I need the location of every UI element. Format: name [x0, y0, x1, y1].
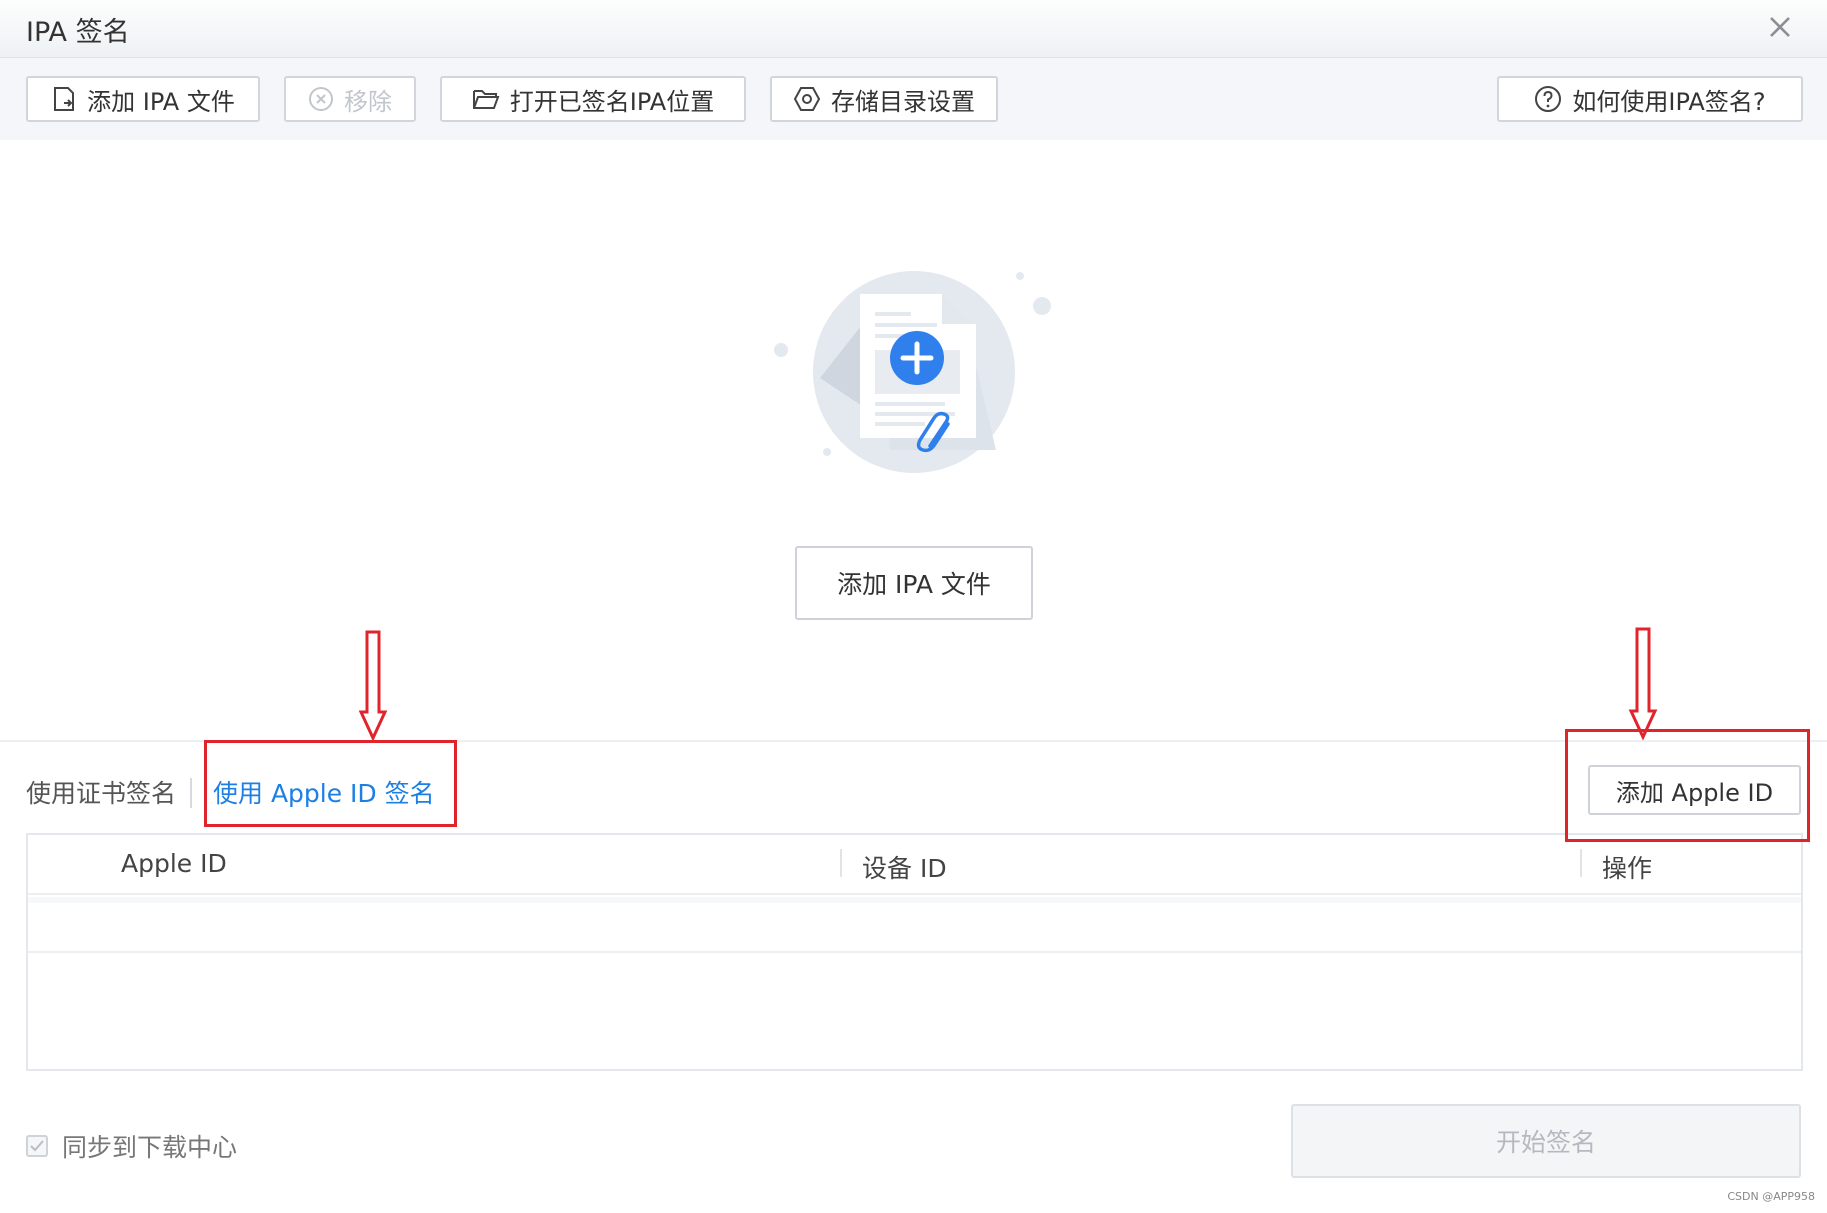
watermark: CSDN @APP958: [1727, 1190, 1815, 1203]
toolbar: 添加 IPA 文件 移除 打开已签名IPA位置 存储目录设置 如何使用IPA签名…: [0, 58, 1827, 140]
start-sign-button[interactable]: 开始签名: [1291, 1104, 1801, 1178]
annotation-arrow-down-icon: [1628, 627, 1658, 741]
close-icon[interactable]: [1763, 10, 1797, 44]
folder-open-icon: [472, 90, 500, 109]
add-ipa-toolbar-label: 添加 IPA 文件: [87, 87, 235, 116]
sync-checkbox[interactable]: [26, 1135, 48, 1157]
settings-hexagon-icon: [793, 87, 821, 111]
sync-label: 同步到下载中心: [62, 1133, 238, 1162]
table-header: Apple ID 设备 ID 操作: [28, 835, 1801, 895]
highlight-apple-id-tab: [204, 740, 457, 827]
add-ipa-toolbar-button[interactable]: 添加 IPA 文件: [26, 76, 260, 122]
help-button[interactable]: 如何使用IPA签名?: [1497, 76, 1803, 122]
column-separator: [840, 849, 842, 877]
remove-circle-icon: [309, 87, 333, 111]
storage-settings-label: 存储目录设置: [831, 87, 975, 116]
remove-label: 移除: [344, 87, 392, 116]
tab-cert-sign[interactable]: 使用证书签名: [26, 774, 176, 810]
column-header-device-id: 设备 ID: [862, 854, 947, 883]
question-circle-icon: [1535, 86, 1562, 112]
title-bar: IPA 签名: [0, 0, 1827, 58]
add-file-illustration[interactable]: [760, 260, 1080, 490]
column-separator: [1580, 849, 1582, 877]
apple-id-table: Apple ID 设备 ID 操作: [26, 833, 1803, 1071]
column-header-actions: 操作: [1602, 854, 1653, 883]
check-icon: [30, 1140, 44, 1152]
highlight-add-apple-id: [1565, 729, 1810, 842]
column-header-apple-id: Apple ID: [121, 849, 227, 878]
help-label: 如何使用IPA签名?: [1572, 87, 1766, 116]
open-signed-location-label: 打开已签名IPA位置: [509, 87, 715, 116]
add-ipa-main-button[interactable]: 添加 IPA 文件: [795, 546, 1033, 620]
tab-separator: [190, 778, 192, 808]
sync-checkbox-row[interactable]: 同步到下载中心: [26, 1128, 237, 1164]
remove-button[interactable]: 移除: [284, 76, 416, 122]
storage-settings-button[interactable]: 存储目录设置: [770, 76, 998, 122]
table-row: [28, 897, 1801, 953]
add-file-icon: [54, 87, 75, 111]
window-title: IPA 签名: [26, 17, 130, 48]
annotation-arrow-down-icon: [358, 630, 388, 742]
open-signed-location-button[interactable]: 打开已签名IPA位置: [440, 76, 746, 122]
